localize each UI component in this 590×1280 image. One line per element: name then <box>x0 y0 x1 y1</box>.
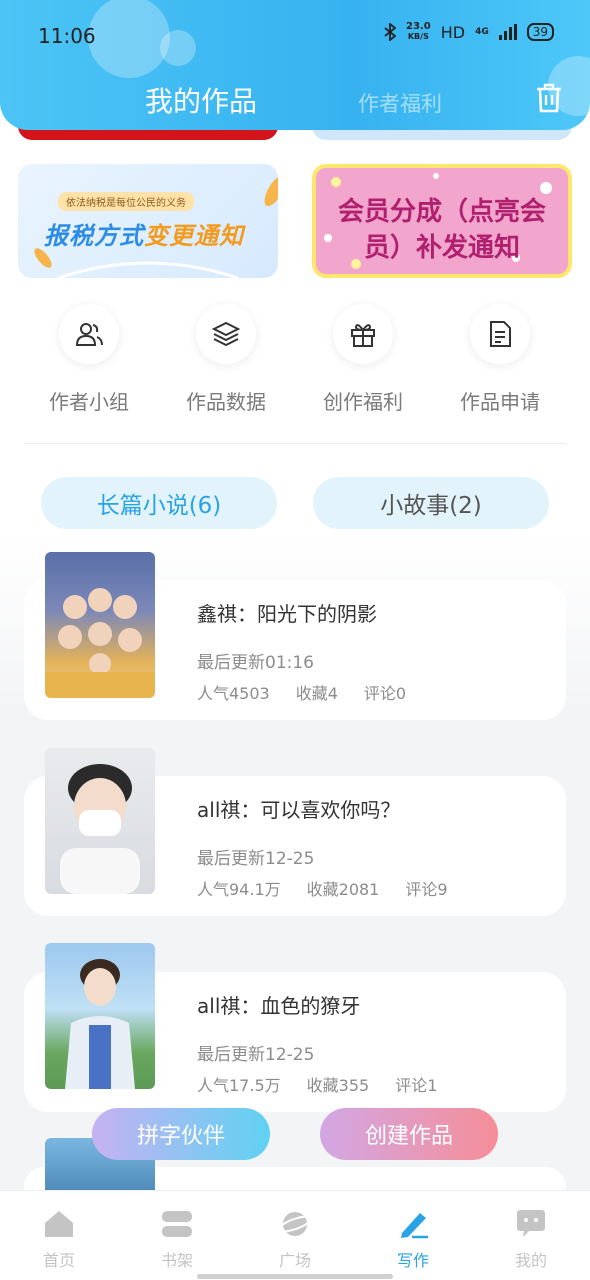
content-area: 依法纳税是每位公民的义务 报税方式变更通知 会员分成（点亮会 员）补发通知 作者… <box>0 0 590 1207</box>
portrait-photo <box>60 764 140 894</box>
banner-title: 报税方式变更通知 <box>44 216 244 251</box>
tab-long-novels[interactable]: 长篇小说(6) <box>41 477 277 529</box>
work-updated: 最后更新12-25 <box>197 849 315 869</box>
favorites-count: 收藏355 <box>306 1076 370 1095</box>
nav-bookshelf[interactable]: 书架 <box>137 1209 217 1271</box>
group-icon <box>59 304 119 364</box>
banner-title-blue: 报税方式 <box>44 222 144 250</box>
document-icon <box>470 304 530 364</box>
banner-subtitle: 依法纳税是每位公民的义务 <box>58 192 194 211</box>
comments-count: 评论0 <box>363 684 407 703</box>
work-stats: 人气17.5万 收藏355 评论1 <box>197 1072 437 1096</box>
banner-title-line2: 员）补发通知 <box>363 233 520 263</box>
work-updated: 最后更新12-25 <box>197 1045 315 1065</box>
leaf-decoration <box>260 172 278 210</box>
divider <box>24 443 566 444</box>
comments-count: 评论9 <box>405 880 448 899</box>
quick-action-label: 作品申请 <box>460 390 540 414</box>
tab-author-benefits[interactable]: 作者福利 <box>358 88 442 118</box>
nav-label: 广场 <box>278 1251 311 1270</box>
bubble-decoration <box>160 30 196 66</box>
portrait-photo <box>65 959 135 1089</box>
nav-label: 首页 <box>42 1251 75 1270</box>
layers-icon <box>196 304 256 364</box>
work-title: 鑫祺：阳光下的阴影 <box>197 602 377 626</box>
work-title: all祺：可以喜欢你吗？ <box>197 798 401 822</box>
status-icons: 23.0 KB/S HD 4G 39 <box>384 22 554 42</box>
bottom-nav: 首页 书架 广场 写作 我的 <box>0 1190 590 1280</box>
status-time: 11:06 <box>38 24 96 48</box>
nav-label: 写作 <box>396 1251 429 1270</box>
work-cover-image[interactable] <box>45 943 155 1089</box>
nav-home[interactable]: 首页 <box>19 1209 99 1271</box>
bubble-decoration <box>88 0 170 78</box>
speed-unit: KB/S <box>407 32 429 41</box>
network-speed: 23.0 KB/S <box>406 22 431 42</box>
home-indicator <box>197 1274 393 1279</box>
signal-icon <box>498 24 517 40</box>
banner-title-orange: 变更通知 <box>144 222 244 250</box>
create-work-button[interactable]: 创建作品 <box>320 1108 498 1160</box>
tab-short-stories[interactable]: 小故事(2) <box>313 477 549 529</box>
quick-action-label: 创作福利 <box>323 390 403 414</box>
popularity-count: 人气4503 <box>197 684 270 703</box>
popularity-count: 人气94.1万 <box>197 880 281 899</box>
work-stats: 人气4503 收藏4 评论0 <box>197 680 406 704</box>
bluetooth-icon <box>384 23 397 41</box>
quick-action-creation-benefits[interactable]: 创作福利 <box>298 304 428 415</box>
network-type: 4G <box>475 27 489 37</box>
nav-write[interactable]: 写作 <box>373 1209 453 1271</box>
quick-action-label: 作品数据 <box>186 390 266 414</box>
nav-label: 我的 <box>514 1251 547 1270</box>
favorites-count: 收藏2081 <box>306 880 380 899</box>
battery-icon: 39 <box>526 23 554 41</box>
chat-bubble-icon <box>517 1210 545 1237</box>
quick-action-work-data[interactable]: 作品数据 <box>161 304 291 415</box>
quick-action-label: 作者小组 <box>49 390 129 414</box>
banner-title-line1: 会员分成（点亮会 <box>337 197 546 227</box>
member-notice-banner[interactable]: 会员分成（点亮会 员）补发通知 <box>312 164 572 278</box>
arc-decoration <box>57 261 239 278</box>
popularity-count: 人气17.5万 <box>197 1076 281 1095</box>
quick-action-work-application[interactable]: 作品申请 <box>435 304 565 415</box>
gift-icon <box>333 304 393 364</box>
nav-me[interactable]: 我的 <box>491 1209 571 1271</box>
work-title: all祺：血色的獠牙 <box>197 994 361 1018</box>
favorites-count: 收藏4 <box>295 684 338 703</box>
work-cover-image[interactable] <box>45 552 155 698</box>
hd-indicator: HD <box>440 22 466 42</box>
comments-count: 评论1 <box>395 1076 438 1095</box>
nav-plaza[interactable]: 广场 <box>255 1209 335 1271</box>
tab-my-works[interactable]: 我的作品 <box>145 80 257 120</box>
planet-icon <box>277 1212 313 1236</box>
tax-notice-banner[interactable]: 依法纳税是每位公民的义务 报税方式变更通知 <box>18 164 278 278</box>
work-cover-image[interactable] <box>45 748 155 894</box>
banner-title: 会员分成（点亮会 员）补发通知 <box>316 194 568 266</box>
pen-icon <box>401 1213 428 1239</box>
app-header: 11:06 23.0 KB/S HD 4G 39 我的作品 作者福利 <box>0 0 590 130</box>
partner-button[interactable]: 拼字伙伴 <box>92 1108 270 1160</box>
nav-label: 书架 <box>160 1251 193 1270</box>
work-stats: 人气94.1万 收藏2081 评论9 <box>197 876 448 900</box>
work-updated: 最后更新01:16 <box>197 653 314 673</box>
trash-icon[interactable] <box>534 82 564 114</box>
quick-action-author-group[interactable]: 作者小组 <box>24 304 154 415</box>
bookshelf-icon <box>162 1211 192 1237</box>
home-icon <box>45 1211 73 1237</box>
group-photo <box>45 588 155 698</box>
speed-value: 23.0 <box>406 21 431 32</box>
